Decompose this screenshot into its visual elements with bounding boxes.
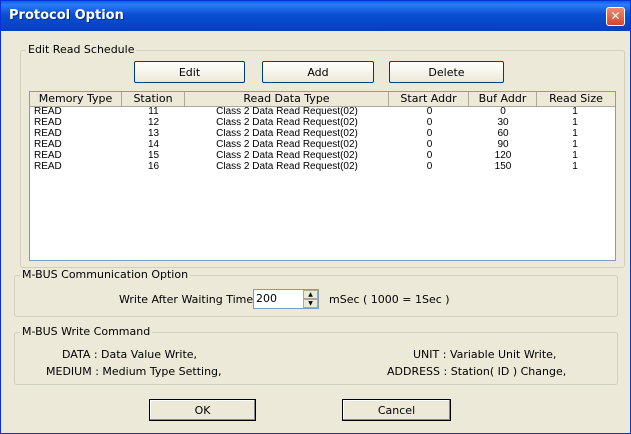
write-command-unit: UNIT : Variable Unit Write, [413, 348, 557, 361]
buf-addr-cell: 0 [500, 107, 506, 117]
read-data-type-cell: Class 2 Data Read Request(02) [216, 140, 358, 150]
wait-time-unit: mSec ( 1000 = 1Sec ) [329, 293, 450, 306]
station-cell: 11 [148, 107, 159, 117]
memory-type-cell: READ [34, 107, 62, 117]
column-header-start-addr[interactable]: Start Addr [389, 92, 469, 106]
write-command-medium: MEDIUM : Medium Type Setting, [46, 365, 222, 378]
buf-addr-cell: 120 [494, 151, 512, 161]
station-cell: 14 [147, 140, 160, 150]
list-item[interactable]: READ 12 Class 2 Data Read Request(02) 0 30 1 [30, 118, 615, 129]
buf-addr-cell: 90 [497, 140, 509, 150]
column-header-memory-type[interactable]: Memory Type [30, 92, 122, 106]
write-command-address: ADDRESS : Station( ID ) Change, [387, 365, 567, 378]
read-data-type-cell: Class 2 Data Read Request(02) [216, 107, 358, 117]
delete-button[interactable]: Delete [389, 61, 504, 83]
edit-read-schedule-legend: Edit Read Schedule [28, 43, 135, 56]
read-size-cell: 1 [572, 129, 578, 139]
stepper-buttons: ▲ ▼ [303, 290, 318, 308]
wait-time-stepper[interactable]: 200 ▲ ▼ [253, 289, 319, 309]
add-button[interactable]: Add [262, 61, 374, 83]
title-bar[interactable]: Protocol Option ✕ [1, 1, 630, 31]
read-size-cell: 1 [572, 118, 578, 128]
list-item[interactable]: READ 11 Class 2 Data Read Request(02) 0 0 1 [30, 107, 615, 118]
stepper-down-icon[interactable]: ▼ [303, 299, 318, 308]
list-item[interactable]: READ 14 Class 2 Data Read Request(02) 0 90 1 [30, 140, 615, 151]
start-addr-cell: 0 [426, 162, 433, 172]
start-addr-cell: 0 [426, 107, 433, 117]
memory-type-cell: READ [34, 118, 62, 128]
start-addr-cell: 0 [426, 140, 433, 150]
start-addr-cell: 0 [426, 151, 433, 161]
buf-addr-cell: 150 [494, 162, 512, 172]
window-title: Protocol Option [9, 8, 124, 23]
station-cell: 16 [147, 162, 160, 172]
read-data-type-cell: Class 2 Data Read Request(02) [216, 162, 358, 172]
ok-button[interactable]: OK [149, 399, 256, 421]
read-schedule-list[interactable]: Memory Type Station Read Data Type Start… [29, 91, 616, 261]
column-header-station[interactable]: Station [122, 92, 185, 106]
station-cell: 12 [147, 118, 160, 128]
edit-button[interactable]: Edit [134, 61, 245, 83]
close-icon[interactable]: ✕ [606, 7, 625, 26]
wait-time-label: Write After Waiting Time : [119, 293, 261, 306]
memory-type-cell: READ [34, 151, 62, 161]
column-header-buf-addr[interactable]: Buf Addr [469, 92, 537, 106]
comm-option-legend: M-BUS Communication Option [22, 268, 189, 281]
memory-type-cell: READ [34, 140, 62, 150]
column-header-read-size[interactable]: Read Size [537, 92, 615, 106]
list-header: Memory Type Station Read Data Type Start… [30, 92, 615, 107]
start-addr-cell: 0 [426, 129, 433, 139]
read-size-cell: 1 [572, 162, 578, 172]
column-header-read-data-type[interactable]: Read Data Type [185, 92, 389, 106]
stepper-up-icon[interactable]: ▲ [303, 290, 318, 299]
read-data-type-cell: Class 2 Data Read Request(02) [216, 129, 358, 139]
memory-type-cell: READ [34, 129, 62, 139]
read-data-type-cell: Class 2 Data Read Request(02) [216, 118, 358, 128]
read-size-cell: 1 [572, 140, 578, 150]
protocol-option-dialog: Protocol Option ✕ Edit Read Schedule Edi… [0, 0, 631, 434]
read-data-type-cell: Class 2 Data Read Request(02) [216, 151, 358, 161]
buf-addr-cell: 30 [497, 118, 509, 128]
wait-time-value[interactable]: 200 [256, 292, 277, 305]
read-size-cell: 1 [572, 107, 578, 117]
list-item[interactable]: READ 16 Class 2 Data Read Request(02) 0 150 1 [30, 162, 615, 173]
memory-type-cell: READ [34, 162, 62, 172]
buf-addr-cell: 60 [497, 129, 509, 139]
station-cell: 13 [147, 129, 160, 139]
cancel-button[interactable]: Cancel [342, 399, 451, 421]
list-item[interactable]: READ 13 Class 2 Data Read Request(02) 0 60 1 [30, 129, 615, 140]
write-command-legend: M-BUS Write Command [22, 325, 151, 338]
read-size-cell: 1 [572, 151, 578, 161]
station-cell: 15 [147, 151, 160, 161]
list-item[interactable]: READ 15 Class 2 Data Read Request(02) 0 120 1 [30, 151, 615, 162]
write-command-data: DATA : Data Value Write, [62, 348, 198, 361]
start-addr-cell: 0 [426, 118, 433, 128]
